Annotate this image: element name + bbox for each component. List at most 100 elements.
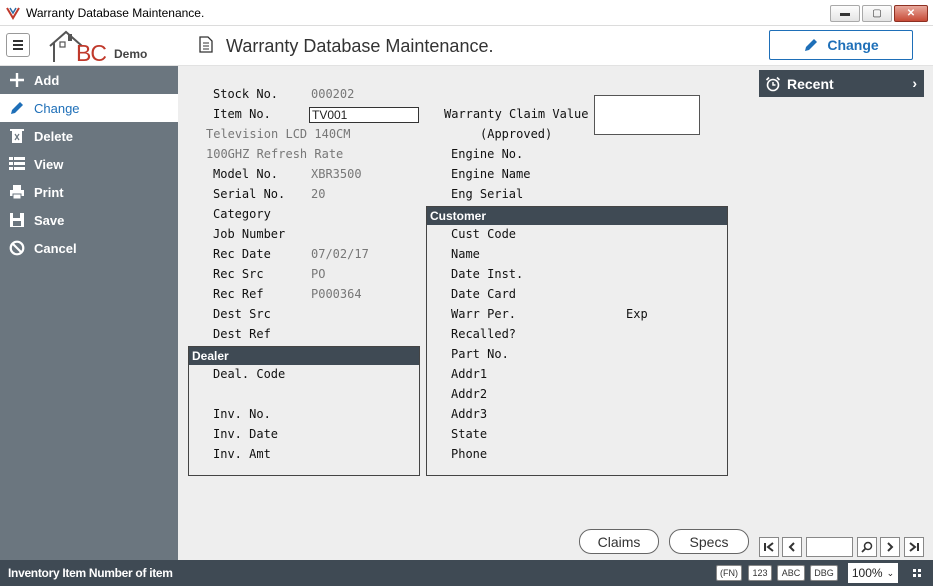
status-text: Inventory Item Number of item: [8, 566, 173, 580]
dest-ref-label: Dest Ref: [213, 327, 271, 341]
rec-ref-value: P000364: [311, 287, 362, 301]
search-record-button[interactable]: [857, 537, 877, 557]
customer-section-header: Customer: [427, 207, 727, 225]
chevron-down-icon: ⌄: [886, 567, 895, 578]
maximize-icon: ▢: [872, 8, 882, 19]
fn-indicator-label: (FN): [720, 568, 738, 578]
sidebar-item-label: Change: [34, 100, 80, 116]
warranty-claim-value-field[interactable]: [594, 95, 700, 135]
part-no-label: Part No.: [451, 347, 509, 361]
pencil-icon: [0, 94, 34, 122]
page-title: Warranty Database Maintenance.: [226, 36, 494, 56]
caps-indicator-label: ABC: [781, 568, 801, 578]
change-mode-button[interactable]: Change: [769, 30, 913, 60]
zoom-select[interactable]: 100% ⌄: [848, 563, 898, 583]
last-record-button[interactable]: [904, 537, 924, 557]
logo: BC Demo: [46, 28, 156, 66]
printer-icon: [0, 178, 34, 206]
record-number-input[interactable]: [806, 537, 853, 557]
sidebar-item-add[interactable]: Add: [0, 66, 178, 94]
stock-no-label: Stock No.: [213, 87, 279, 101]
claims-button[interactable]: Claims: [579, 529, 659, 554]
trash-icon: [0, 122, 34, 150]
logo-subtext: Demo: [114, 47, 148, 61]
sidebar-item-view[interactable]: View: [0, 150, 178, 178]
engine-name-label: Engine Name: [451, 167, 531, 181]
caps-indicator[interactable]: ABC: [777, 565, 805, 581]
warranty-claim-approved-label: (Approved): [480, 127, 553, 141]
rec-date-label: Rec Date: [213, 247, 271, 261]
item-no-label: Item No.: [213, 107, 271, 121]
claims-button-label: Claims: [597, 533, 641, 550]
close-button[interactable]: ✕: [894, 5, 928, 22]
engine-no-label: Engine No.: [451, 147, 524, 161]
window-title: Warranty Database Maintenance.: [26, 6, 205, 20]
item-no-input[interactable]: TV001: [309, 107, 419, 123]
logo-text: BC: [76, 40, 107, 66]
sidebar-item-cancel[interactable]: Cancel: [0, 234, 178, 262]
previous-record-button[interactable]: [782, 537, 802, 557]
list-icon: [0, 150, 34, 178]
change-mode-label: Change: [827, 37, 879, 53]
fn-indicator[interactable]: (FN): [716, 565, 742, 581]
document-icon: [199, 36, 213, 53]
debug-indicator[interactable]: DBG: [810, 565, 838, 581]
sidebar-item-save[interactable]: Save: [0, 206, 178, 234]
dealer-section-header: Dealer: [189, 347, 419, 365]
sidebar-item-label: View: [34, 156, 64, 172]
num-indicator[interactable]: 123: [748, 565, 772, 581]
recent-panel-button[interactable]: Recent ›: [759, 70, 924, 97]
zoom-value: 100%: [851, 566, 883, 580]
sidebar-item-delete[interactable]: Delete: [0, 122, 178, 150]
first-record-button[interactable]: [759, 537, 779, 557]
sidebar-item-label: Cancel: [34, 240, 77, 256]
sidebar-item-label: Add: [34, 72, 60, 88]
inv-date-label: Inv. Date: [213, 427, 279, 441]
inv-no-label: Inv. No.: [213, 407, 271, 421]
sidebar-item-label: Delete: [34, 128, 74, 144]
cust-code-label: Cust Code: [451, 227, 517, 241]
status-bar: Inventory Item Number of item (FN) 123 A…: [0, 560, 933, 586]
state-label: State: [451, 427, 488, 441]
recent-label: Recent: [787, 75, 834, 92]
inv-amt-label: Inv. Amt: [213, 447, 271, 461]
item-description-line1: Television LCD 140CM: [206, 127, 351, 141]
specs-button[interactable]: Specs: [669, 529, 749, 554]
sidebar-item-change[interactable]: Change: [0, 94, 178, 122]
rec-src-value: PO: [311, 267, 326, 281]
debug-indicator-label: DBG: [814, 568, 834, 578]
serial-no-value: 20: [311, 187, 326, 201]
minimize-button[interactable]: ▬: [830, 5, 860, 22]
maximize-button[interactable]: ▢: [862, 5, 892, 22]
specs-button-label: Specs: [689, 533, 729, 550]
sidebar-item-label: Print: [34, 184, 64, 200]
sidebar-item-print[interactable]: Print: [0, 178, 178, 206]
addr1-label: Addr1: [451, 367, 488, 381]
job-number-label: Job Number: [213, 227, 286, 241]
next-record-button[interactable]: [880, 537, 900, 557]
rec-src-label: Rec Src: [213, 267, 264, 281]
grid-icon[interactable]: [913, 569, 921, 577]
alarm-clock-icon: [759, 76, 787, 92]
chevron-left-icon: [788, 542, 795, 552]
rec-date-value: 07/02/17: [311, 247, 369, 261]
addr2-label: Addr2: [451, 387, 488, 401]
sidebar: Add Change Delete View Print Save Cancel: [0, 66, 178, 560]
num-indicator-label: 123: [752, 568, 768, 578]
close-icon: ✕: [906, 8, 916, 19]
stock-no-value: 000202: [311, 87, 355, 101]
item-description-line2: 100GHZ Refresh Rate: [206, 147, 344, 161]
hamburger-menu-button[interactable]: [6, 33, 30, 57]
rec-ref-label: Rec Ref: [213, 287, 264, 301]
recalled-label: Recalled?: [451, 327, 517, 341]
chevron-right-icon: ›: [912, 75, 917, 91]
addr3-label: Addr3: [451, 407, 488, 421]
floppy-icon: [0, 206, 34, 234]
serial-no-label: Serial No.: [213, 187, 286, 201]
name-label: Name: [451, 247, 480, 261]
app-header: BC Demo Warranty Database Maintenance. C…: [0, 26, 933, 66]
chevron-right-icon: [887, 542, 894, 552]
sidebar-item-label: Save: [34, 212, 65, 228]
minimize-icon: ▬: [840, 8, 850, 19]
exp-label: Exp: [626, 307, 648, 321]
